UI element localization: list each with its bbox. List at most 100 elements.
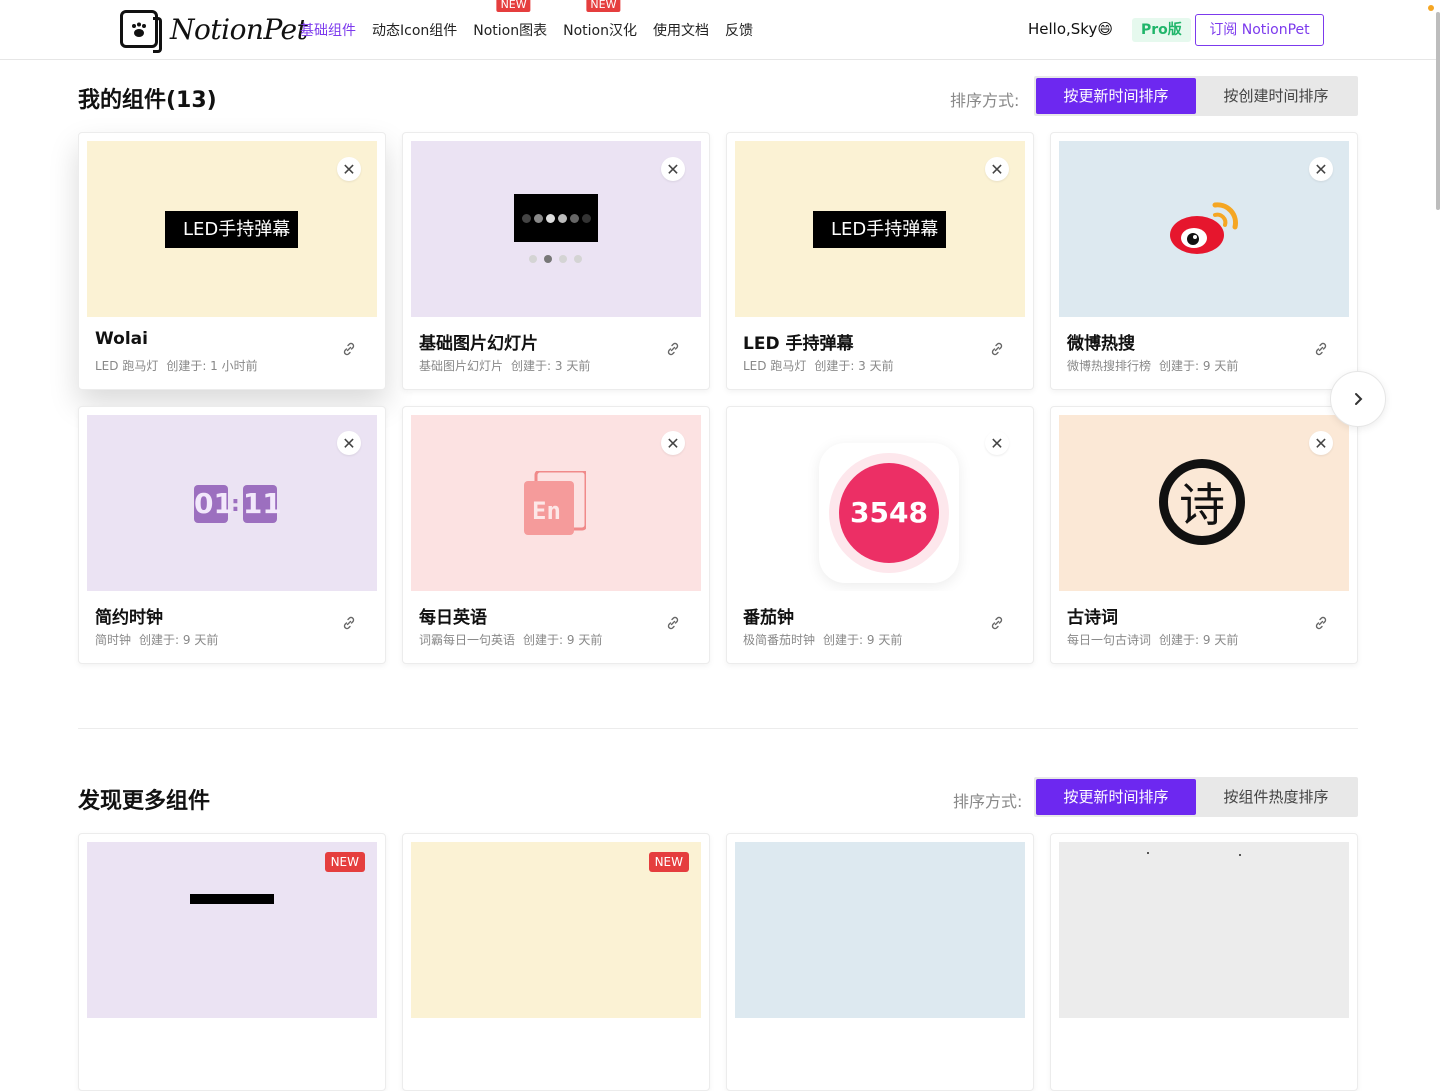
widget-thumbnail[interactable]: 诗 ✕ [1059, 415, 1349, 591]
widget-thumbnail[interactable]: LED手持弹幕 ✕ [735, 141, 1025, 317]
remove-widget-button[interactable]: ✕ [985, 157, 1009, 181]
widget-thumbnail[interactable]: NEW [87, 842, 377, 1018]
close-icon: ✕ [666, 433, 680, 453]
widget-type: 词霸每日一句英语 [419, 633, 516, 647]
tomato-timer-icon: 3548 [819, 443, 959, 583]
poem-ink-icon: 诗 [1159, 459, 1245, 545]
link-icon[interactable] [989, 341, 1005, 357]
widget-thumbnail[interactable]: NEW [411, 842, 701, 1018]
discover-widget-card[interactable]: NEW [402, 833, 710, 1091]
widget-type: 简时钟 [95, 633, 132, 647]
widget-card[interactable]: 3548 ✕ 番茄钟 极简番茄时钟 创建于: 9 天前 [726, 406, 1034, 664]
widget-type: 微博热搜排行榜 [1067, 359, 1152, 373]
nav-item-label: Notion汉化 [563, 23, 637, 39]
subscribe-button[interactable]: 订阅 NotionPet [1195, 14, 1324, 46]
discover-sort-by-updated-button[interactable]: 按更新时间排序 [1036, 779, 1196, 815]
logo-text: NotionPet [170, 12, 308, 46]
widget-thumbnail[interactable]: ✕ [411, 141, 701, 317]
widget-thumbnail[interactable]: En ✕ [411, 415, 701, 591]
remove-widget-button[interactable]: ✕ [985, 431, 1009, 455]
widget-card[interactable]: LED手持弹幕 ✕ Wolai LED 跑马灯 创建于: 1 小时前 [78, 132, 386, 390]
nav-item-label: 基础组件 [300, 23, 356, 39]
logo[interactable]: NotionPet [120, 8, 308, 53]
widget-card[interactable]: 诗 ✕ 古诗词 每日一句古诗词 创建于: 9 天前 [1050, 406, 1358, 664]
nav-item-5[interactable]: 反馈 [725, 20, 753, 40]
link-icon[interactable] [341, 341, 357, 357]
widget-card[interactable]: 01:1101:11✕简约时钟简时钟创建于: 9 天前 [78, 406, 386, 664]
widget-type: 每日一句古诗词 [1067, 633, 1152, 647]
my-widgets-sort-toggle: 按更新时间排序 按创建时间排序 [1034, 76, 1358, 116]
nav-item-0[interactable]: 基础组件 [300, 20, 356, 40]
led-preview-text: LED手持弹幕 [813, 211, 946, 248]
moon-phase-image [514, 194, 598, 242]
widget-created: 创建于: 1 小时前 [166, 359, 258, 373]
sort-by-updated-button[interactable]: 按更新时间排序 [1036, 78, 1196, 114]
discover-widget-card[interactable] [1050, 833, 1358, 1091]
nav-item-3[interactable]: Notion汉化 NEW [563, 0, 637, 40]
widget-created: 创建于: 3 天前 [814, 359, 894, 373]
nav-item-label: 使用文档 [652, 23, 709, 39]
discover-widget-card[interactable] [726, 833, 1034, 1091]
sort-by-created-button[interactable]: 按创建时间排序 [1196, 78, 1356, 114]
slide-dot[interactable] [559, 255, 567, 263]
link-icon[interactable] [665, 615, 681, 631]
remove-widget-button[interactable]: ✕ [661, 157, 685, 181]
pro-badge[interactable]: Pro版 [1132, 18, 1191, 42]
widget-title: 简约时钟 [95, 608, 163, 628]
svg-text:En: En [532, 497, 561, 525]
widget-thumbnail[interactable]: 3548 ✕ [735, 415, 1025, 591]
widget-type: LED 跑马灯 [95, 359, 159, 373]
link-icon[interactable] [1313, 341, 1329, 357]
discover-sort-by-popularity-button[interactable]: 按组件热度排序 [1196, 779, 1356, 815]
slide-dot[interactable] [574, 255, 582, 263]
widget-thumbnail[interactable]: 01:1101:11✕ [87, 415, 377, 591]
discover-sort-toggle: 按更新时间排序 按组件热度排序 [1034, 777, 1358, 817]
clock-minutes: 11 [242, 485, 282, 523]
discover-widget-card[interactable]: NEW [78, 833, 386, 1091]
close-icon: ✕ [1314, 433, 1328, 453]
widget-created: 创建于: 9 天前 [523, 633, 603, 647]
nav-item-1[interactable]: 动态Icon组件 [372, 20, 457, 40]
nav-item-2[interactable]: Notion图表 NEW [473, 0, 547, 40]
widget-thumbnail[interactable] [735, 842, 1025, 1018]
widget-thumbnail[interactable]: ✕ [1059, 141, 1349, 317]
remove-widget-button[interactable]: ✕ [337, 431, 361, 455]
scroll-indicator-dot [1428, 5, 1434, 11]
widget-thumbnail[interactable] [1059, 842, 1349, 1018]
new-badge: NEW [324, 852, 365, 872]
widget-created: 创建于: 3 天前 [511, 359, 591, 373]
widget-title: 古诗词 [1067, 608, 1118, 628]
slide-dot[interactable] [544, 255, 552, 263]
new-badge: NEW [648, 852, 689, 872]
remove-widget-button[interactable]: ✕ [337, 157, 361, 181]
close-icon: ✕ [1314, 159, 1328, 179]
clock-preview: 01:11 [194, 485, 282, 523]
slide-dot[interactable] [529, 255, 537, 263]
remove-widget-button[interactable]: ✕ [1309, 157, 1333, 181]
widget-card[interactable]: LED手持弹幕 ✕ LED 手持弹幕 LED 跑马灯 创建于: 3 天前 [726, 132, 1034, 390]
slide-dots [529, 255, 582, 263]
link-icon[interactable] [341, 615, 357, 631]
link-icon[interactable] [989, 615, 1005, 631]
widget-card[interactable]: ✕ 基础图片幻灯片 基础图片幻灯片 创建于: 3 天前 [402, 132, 710, 390]
widget-meta: LED 跑马灯 创建于: 3 天前 [743, 357, 894, 374]
widget-meta: 微博热搜排行榜 创建于: 9 天前 [1067, 357, 1238, 374]
widget-card[interactable]: En ✕ 每日英语词霸每日一句英语 创建于: 9 天前 [402, 406, 710, 664]
widget-title: 每日英语 [419, 608, 487, 628]
close-icon: ✕ [666, 159, 680, 179]
link-icon[interactable] [1313, 615, 1329, 631]
scrollbar-thumb[interactable] [1436, 12, 1440, 210]
widget-meta: 词霸每日一句英语 创建于: 9 天前 [419, 631, 602, 648]
widget-card[interactable]: ✕ 微博热搜 微博热搜排行榜 创建于: 9 天前 [1050, 132, 1358, 390]
widget-meta: 基础图片幻灯片 创建于: 3 天前 [419, 357, 590, 374]
main-nav: 基础组件 动态Icon组件 Notion图表 NEW Notion汉化 NEW 使用文档 反馈 [300, 0, 769, 60]
widget-title: LED 手持弹幕 [743, 334, 854, 354]
remove-widget-button[interactable]: ✕ [661, 431, 685, 455]
next-page-button[interactable] [1330, 371, 1386, 427]
remove-widget-button[interactable]: ✕ [1309, 431, 1333, 455]
widget-meta: 每日一句古诗词 创建于: 9 天前 [1067, 631, 1238, 648]
widget-type: LED 跑马灯 [743, 359, 807, 373]
nav-item-4[interactable]: 使用文档 [653, 20, 709, 40]
widget-thumbnail[interactable]: LED手持弹幕 ✕ [87, 141, 377, 317]
link-icon[interactable] [665, 341, 681, 357]
